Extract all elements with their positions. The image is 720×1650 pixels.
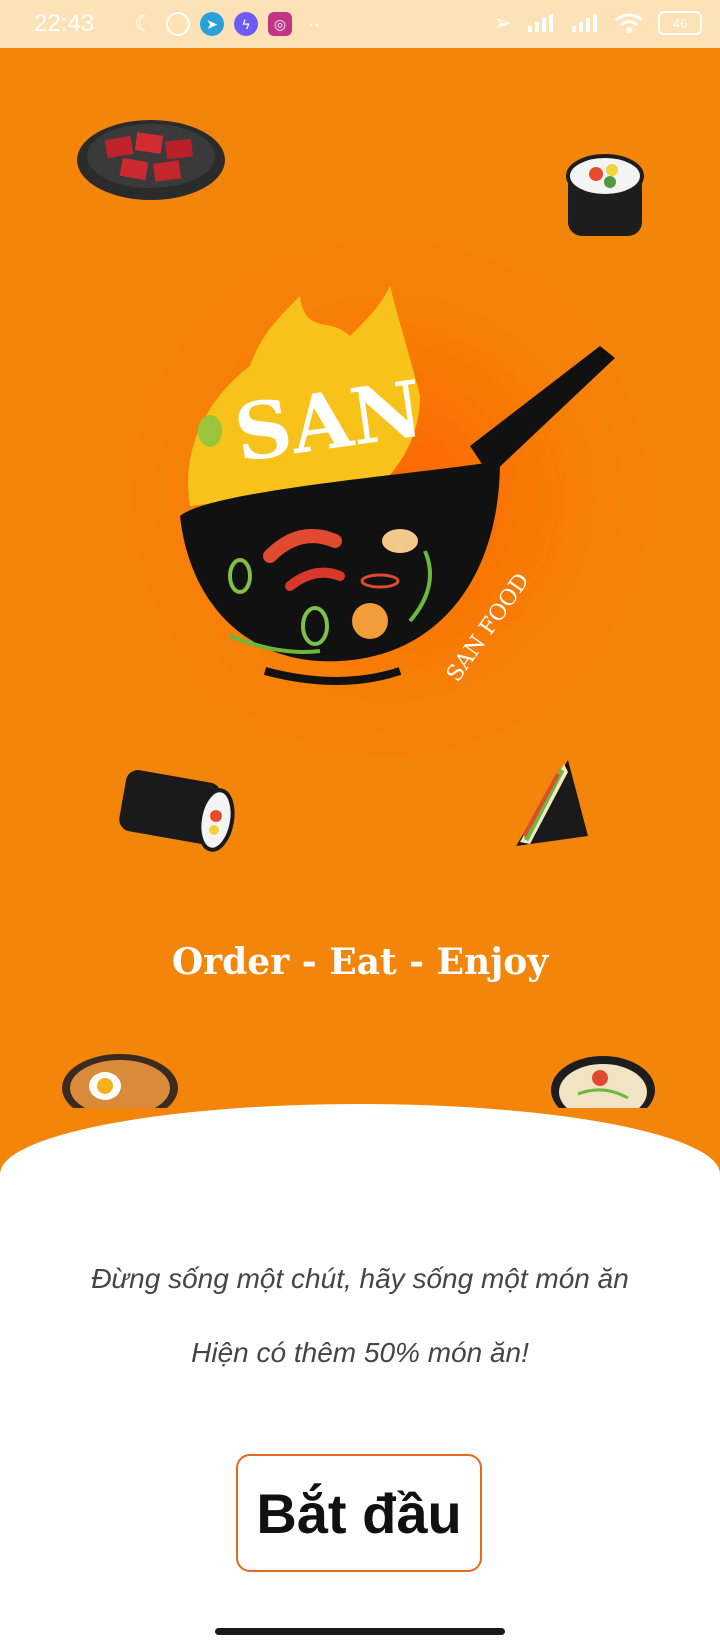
promo-text: Hiện có thêm 50% món ăn! [191,1337,529,1368]
telegram-icon: ➤ [200,12,224,36]
signal-icon [526,12,556,34]
more-dots-icon: ·· [308,13,320,34]
battery-icon: 46 [658,11,702,35]
instagram-icon: ◎ [268,12,292,36]
maki-roll-icon [119,770,235,852]
home-indicator[interactable] [215,1628,505,1635]
messenger-icon: ϟ [234,12,258,36]
sushi-roll-icon [566,154,644,236]
ramen-bowl-icon [62,1054,178,1108]
slogan-text: Đừng sống một chút, hãy sống một món ăn [91,1263,629,1294]
start-button[interactable]: Bắt đầu [236,1454,482,1572]
wifi-icon [614,12,644,34]
noodle-bowl-icon [551,1056,655,1108]
location-arrow-icon: ➢ [493,10,512,35]
hero-area: SAN SAN FOOD Order - Eat - Enjoy [0,48,720,1108]
moon-icon: ☾ [134,11,154,36]
san-logo: SAN SAN FOOD [180,286,615,687]
status-left-icons: ☾ ➤ ϟ ◎ ·· [132,11,326,36]
alarm-icon [166,12,190,36]
status-bar: 22:43 ☾ ➤ ϟ ◎ ·· ➢ 46 [0,0,720,48]
onigiri-sandwich-icon [516,760,588,846]
grilled-meat-icon [77,120,225,200]
signal-icon [570,12,600,34]
status-right-icons: ➢ 46 [494,10,702,36]
status-time: 22:43 [34,10,95,37]
tagline: Order - Eat - Enjoy [171,941,549,983]
